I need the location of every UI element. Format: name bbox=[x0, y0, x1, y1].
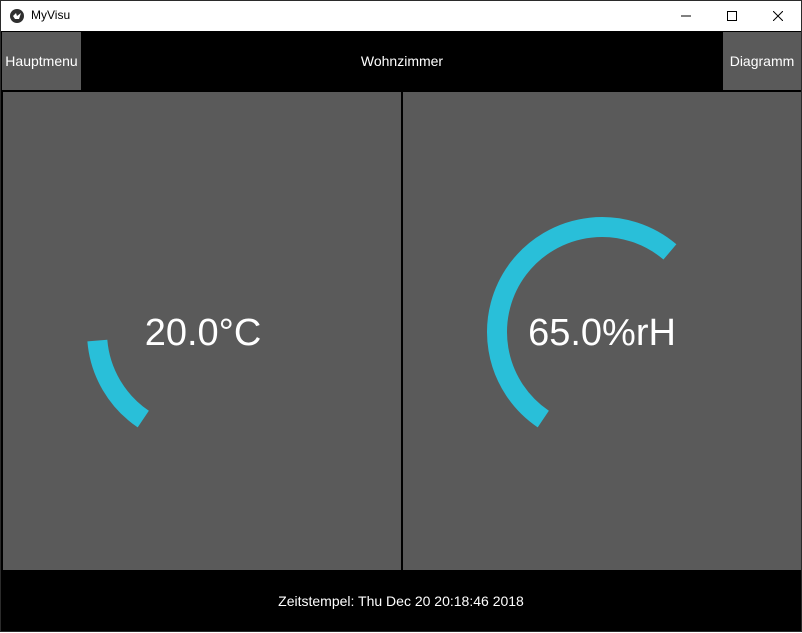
app-window: MyVisu Hauptmenu Wohnzimmer Diagramm 20.… bbox=[0, 0, 802, 632]
timestamp-label: Zeitstempel: Thu Dec 20 20:18:46 2018 bbox=[1, 571, 801, 631]
humidity-value: 65.0%rH bbox=[528, 311, 676, 354]
temperature-value: 20.0°C bbox=[144, 311, 262, 354]
